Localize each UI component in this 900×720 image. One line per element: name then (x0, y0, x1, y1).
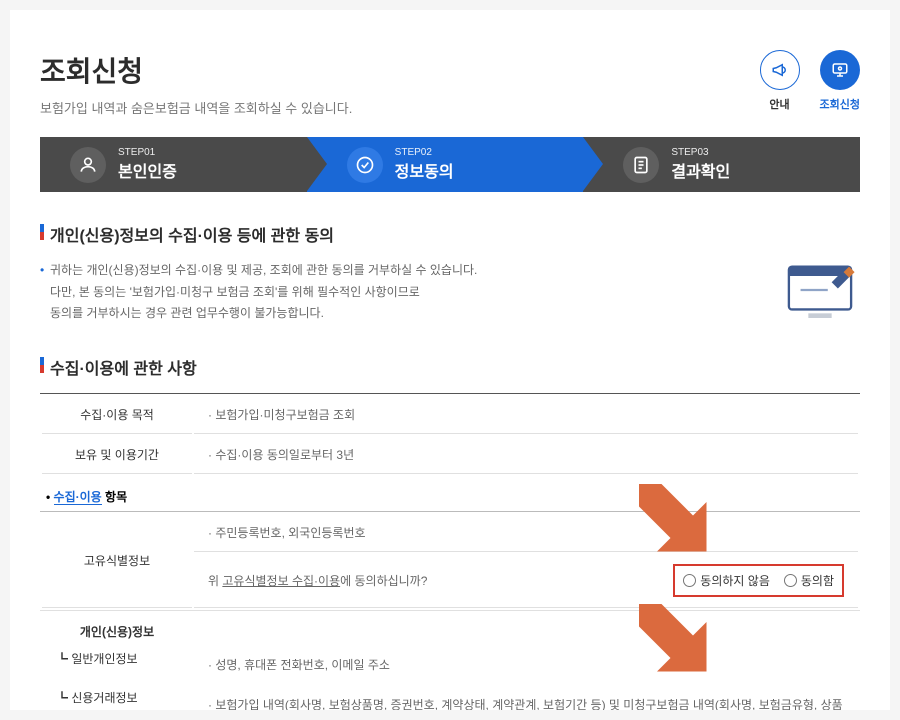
unique-id-td: · 주민등록번호, 외국인등록번호 (194, 514, 858, 552)
page-subtitle: 보험가입 내역과 숨은보험금 내역을 조회하실 수 있습니다. (40, 98, 352, 117)
user-icon (70, 147, 106, 183)
unique-id-radio-yes[interactable]: 동의함 (784, 572, 834, 589)
unique-id-th: 고유식별정보 (42, 514, 192, 608)
personal-th-sub1: ┗ 일반개인정보 (42, 646, 192, 683)
check-icon (347, 147, 383, 183)
section-title-collection: 수집·이용에 관한 사항 (40, 355, 860, 379)
step-2: STEP02정보동의 (307, 137, 584, 192)
step-3: STEP03결과확인 (583, 137, 860, 192)
monitor-icon (820, 50, 860, 90)
items-table-1: 고유식별정보 · 주민등록번호, 외국인등록번호 위 고유식별정보 수집·이용에… (40, 511, 860, 610)
illustration-icon (780, 255, 860, 325)
guide-button[interactable]: 안내 (760, 50, 800, 112)
purpose-table: 수집·이용 목적 · 보험가입·미청구보험금 조회 보유 및 이용기간 · 수집… (40, 393, 860, 476)
document-icon (623, 147, 659, 183)
personal-th-main: 개인(신용)정보 (42, 613, 192, 644)
personal-td1: · 성명, 휴대폰 전화번호, 이메일 주소 (194, 646, 858, 683)
items-table-2: 개인(신용)정보 ┗ 일반개인정보 · 성명, 휴대폰 전화번호, 이메일 주소… (40, 610, 860, 710)
personal-th-sub2: ┗ 신용거래정보 (42, 685, 192, 710)
guide-label: 안내 (769, 96, 789, 112)
section-title-consent: 개인(신용)정보의 수집·이용 등에 관한 동의 (40, 222, 860, 246)
purpose-th: 수집·이용 목적 (42, 396, 192, 434)
period-th: 보유 및 이용기간 (42, 436, 192, 474)
page-title: 조회신청 (40, 50, 352, 90)
apply-label: 조회신청 (820, 96, 860, 112)
consent-intro: 귀하는 개인(신용)정보의 수집·이용 및 제공, 조회에 관한 동의를 거부하… (40, 260, 860, 325)
unique-id-radio-group: 동의하지 않음 동의함 (673, 564, 844, 597)
apply-button[interactable]: 조회신청 (820, 50, 860, 112)
unique-id-radio-no[interactable]: 동의하지 않음 (683, 572, 770, 589)
period-td: · 수집·이용 동의일로부터 3년 (194, 436, 858, 474)
megaphone-icon (760, 50, 800, 90)
unique-id-question: 위 고유식별정보 수집·이용에 동의하십니까? (208, 572, 427, 589)
stepper: STEP01본인인증 STEP02정보동의 STEP03결과확인 (40, 137, 860, 192)
purpose-td: · 보험가입·미청구보험금 조회 (194, 396, 858, 434)
step-1: STEP01본인인증 (40, 137, 307, 192)
personal-td2: · 보험가입 내역(회사명, 보험상품명, 증권번호, 계약상태, 계약관계, … (194, 685, 858, 710)
items-subtitle: • 수집·이용 항목 (40, 488, 860, 505)
